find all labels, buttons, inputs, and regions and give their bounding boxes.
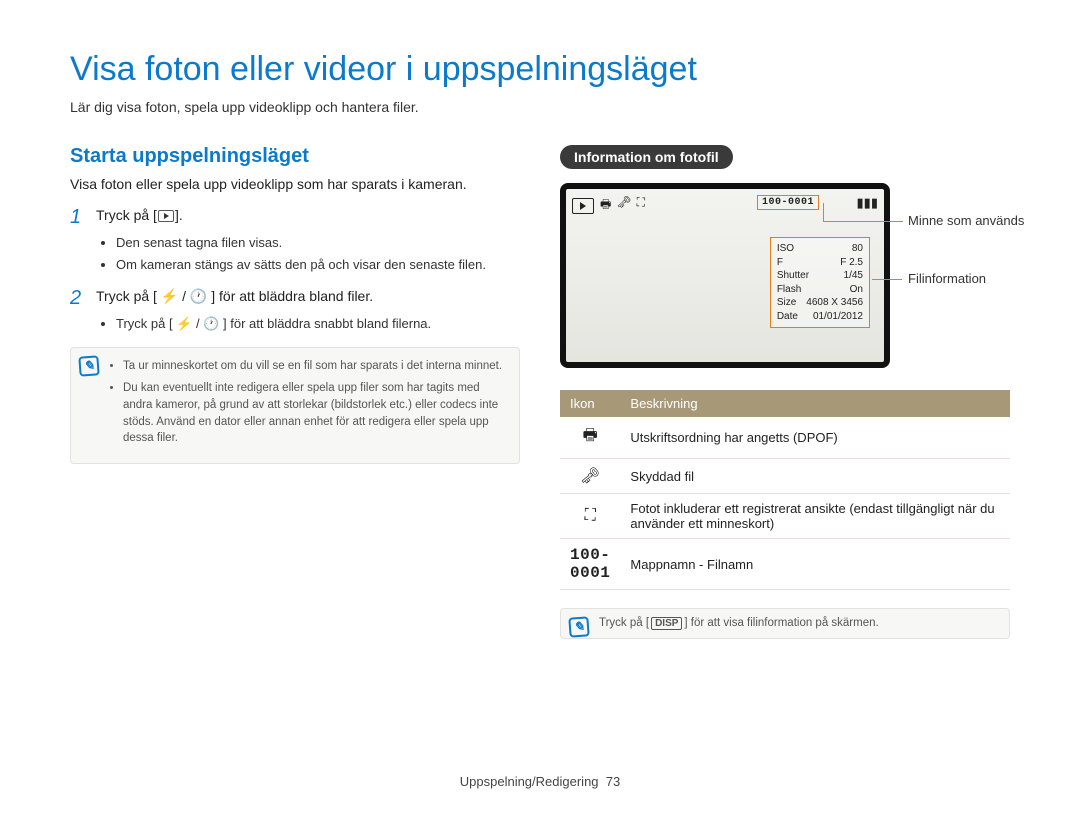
note-box: ✎ Ta ur minneskortet om du vill se en fi… [70,347,520,464]
section-heading: Starta uppspelningsläget [70,145,520,168]
note-item: Du kan eventuellt inte redigera eller sp… [123,380,507,447]
date-label: Date [777,310,798,324]
folder-id-indicator: 100-0001 [757,195,819,210]
row-desc: Mappnamn - Filnamn [620,539,1010,590]
shutter-val: 1/45 [844,269,863,283]
step-1: 1 Tryck på []. [70,206,520,228]
playback-icon [158,210,174,222]
lcd-diagram: 🖶 🗝 ⛶ 100-0001 ▮▮▮ ISO 80 F F 2.5 Shutter 1… [560,183,890,368]
key-icon: 🗝 [616,195,631,216]
face-icon: ⛶ [560,494,620,539]
footer-page: 73 [606,774,620,789]
flash-label: Flash [777,283,801,297]
step-1-bullets: Den senast tagna filen visas. Om kameran… [116,234,520,273]
step-text: Tryck på []. [96,206,183,226]
th-icon: Ikon [560,390,620,417]
key-icon: 🗝 [560,459,620,494]
row-desc: Utskriftsordning har angetts (DPOF) [620,417,1010,459]
table-row: 🖶 Utskriftsordning har angetts (DPOF) [560,417,1010,459]
table-row: 100-0001 Mappnamn - Filnamn [560,539,1010,590]
th-desc: Beskrivning [620,390,1010,417]
step-2: 2 Tryck på [ ⚡ / 🕐 ] för att bläddra bla… [70,287,520,309]
date-val: 01/01/2012 [813,310,863,324]
tip-pre: Tryck på [ [599,617,649,629]
info-badge: Information om fotofil [560,145,733,169]
folder-id-icon: 100-0001 [560,539,620,590]
note-icon: ✎ [568,616,589,637]
callout-line [823,203,824,221]
note-icon: ✎ [78,355,99,376]
lcd-top-icons: 🖶 🗝 ⛶ [600,195,645,216]
note-item: Ta ur minneskortet om du vill se en fil … [123,358,507,375]
intro-text: Lär dig visa foton, spela upp videoklipp… [70,99,1010,115]
size-val: 4608 X 3456 [806,296,863,310]
flash-val: On [850,283,863,297]
face-icon: ⛶ [637,195,645,216]
play-icon [572,198,594,214]
callout-line [872,279,902,280]
camera-lcd: 🖶 🗝 ⛶ 100-0001 ▮▮▮ ISO 80 F F 2.5 Shutter 1… [560,183,890,368]
disp-key: DISP [651,617,682,630]
callout-memory: Minne som används [908,213,1024,228]
print-icon: 🖶 [600,195,611,216]
shutter-label: Shutter [777,269,809,283]
size-label: Size [777,296,796,310]
step-text: Tryck på [ ⚡ / 🕐 ] för att bläddra bland… [96,287,373,307]
step-number: 1 [70,206,96,228]
section-desc: Visa foton eller spela upp videoklipp so… [70,176,520,192]
tip-bar: ✎ Tryck på [DISP] för att visa filinform… [560,608,1010,639]
column-left: Starta uppspelningsläget Visa foton elle… [70,145,520,639]
bullet: Den senast tagna filen visas. [116,234,520,252]
battery-icon: ▮▮▮ [857,195,878,211]
footer-section: Uppspelning/Redigering [460,774,599,789]
column-right: Information om fotofil 🖶 🗝 ⛶ 100-0001 ▮▮… [560,145,1010,639]
step-2-bullets: Tryck på [ ⚡ / 🕐 ] för att bläddra snabb… [116,315,520,333]
step1-post: ]. [175,207,183,223]
f-label: F [777,256,783,270]
row-desc: Skyddad fil [620,459,1010,494]
icon-table: Ikon Beskrivning 🖶 Utskriftsordning har … [560,390,1010,590]
page-title: Visa foton eller videor i uppspelningslä… [70,50,1010,89]
print-icon: 🖶 [560,417,620,459]
callout-fileinfo: Filinformation [908,271,986,286]
page-footer: Uppspelning/Redigering 73 [0,774,1080,789]
iso-label: ISO [777,242,794,256]
tip-post: ] för att visa filinformation på skärmen… [684,617,878,629]
step1-pre: Tryck på [ [96,207,157,223]
table-row: 🗝 Skyddad fil [560,459,1010,494]
table-row: ⛶ Fotot inkluderar ett registrerat ansik… [560,494,1010,539]
f-val: F 2.5 [840,256,863,270]
row-desc: Fotot inkluderar ett registrerat ansikte… [620,494,1010,539]
lcd-top-row: 🖶 🗝 ⛶ [572,195,878,216]
content-columns: Starta uppspelningsläget Visa foton elle… [70,145,1010,639]
bullet: Om kameran stängs av sätts den på och vi… [116,256,520,274]
bullet: Tryck på [ ⚡ / 🕐 ] för att bläddra snabb… [116,315,520,333]
callout-line [823,221,903,222]
step-number: 2 [70,287,96,309]
file-info-panel: ISO 80 F F 2.5 Shutter 1/45 Flash On Size 460… [770,237,870,328]
iso-val: 80 [852,242,863,256]
